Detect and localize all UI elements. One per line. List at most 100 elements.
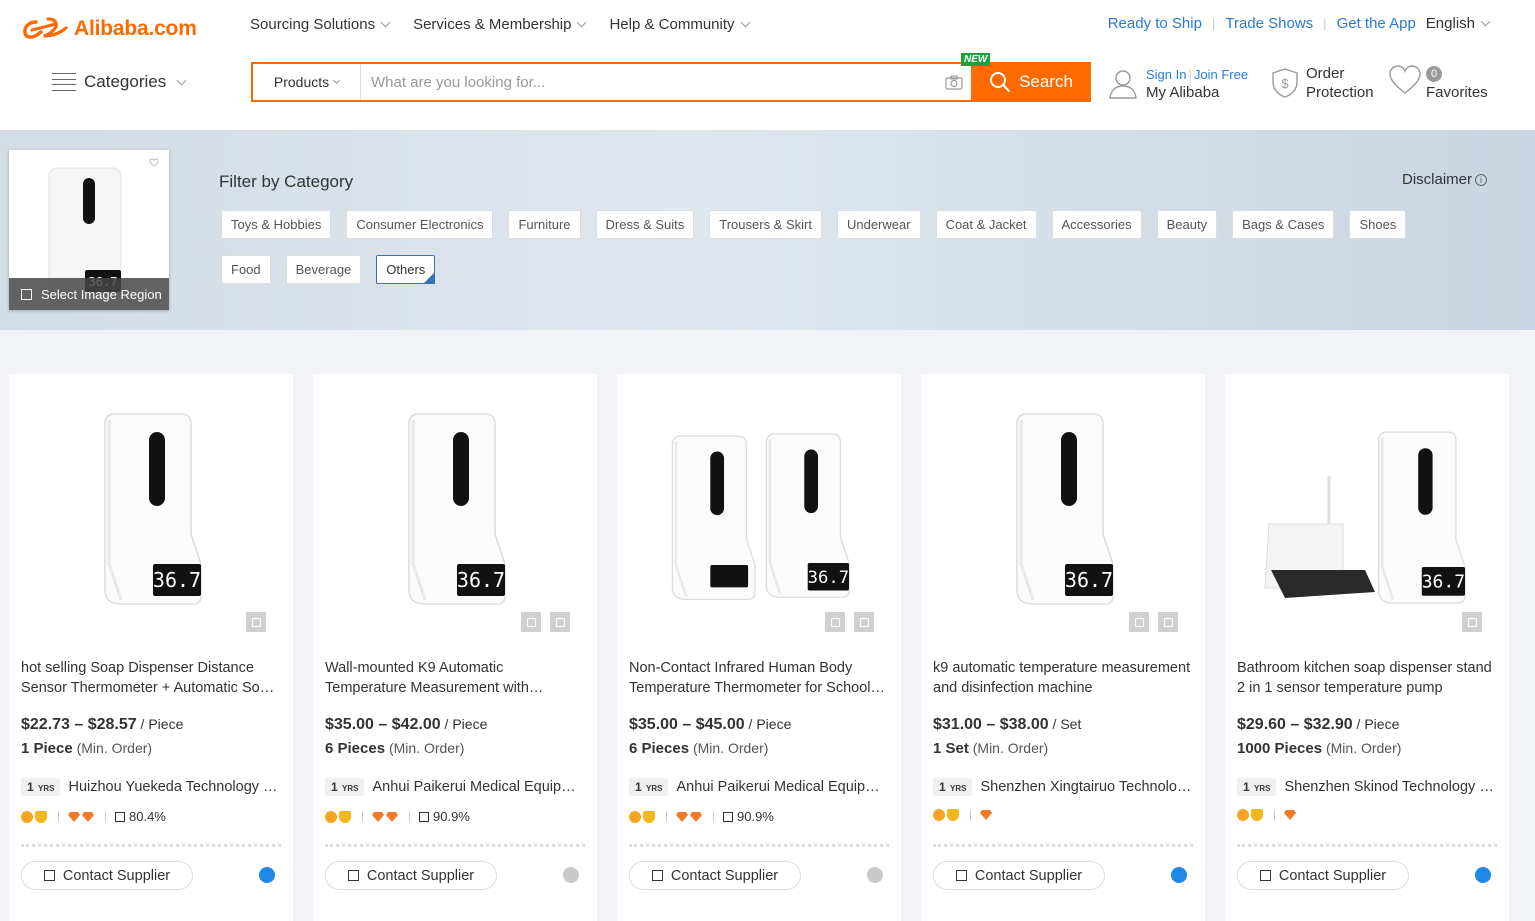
- chat-icon[interactable]: [563, 867, 579, 883]
- years-badge: 1 YRS: [629, 778, 669, 796]
- category-chip[interactable]: Furniture: [508, 210, 581, 239]
- product-card[interactable]: 36.7 Wall-mounted K9 Automatic Temperatu…: [313, 374, 597, 921]
- mail-icon: [1259, 870, 1271, 881]
- disclaimer-label: Disclaimer: [1401, 171, 1472, 188]
- supplier-row: 1 YRS Anhui Paikerui Medical Equipment C…: [629, 778, 889, 796]
- product-card[interactable]: 36.7 k9 automatic temperature measuremen…: [921, 374, 1205, 921]
- category-chip[interactable]: Coat & Jacket: [935, 210, 1037, 239]
- gold-supplier-icon: [21, 810, 33, 823]
- product-title[interactable]: k9 automatic temperature measurement and…: [933, 658, 1191, 698]
- shield-dollar-icon: $: [1272, 68, 1298, 98]
- product-image[interactable]: 36.7: [1225, 374, 1509, 644]
- contact-supplier-button[interactable]: Contact Supplier: [1237, 861, 1409, 890]
- search-type-select[interactable]: Products: [253, 64, 361, 100]
- category-chip[interactable]: Trousers & Skirt: [709, 210, 822, 239]
- category-chip[interactable]: Shoes: [1349, 210, 1407, 239]
- favorite-icon[interactable]: [149, 158, 159, 167]
- contact-supplier-button[interactable]: Contact Supplier: [325, 861, 497, 890]
- years-value: 1: [27, 780, 34, 794]
- years-unit: YRS: [38, 784, 55, 793]
- contact-supplier-button[interactable]: Contact Supplier: [629, 861, 801, 890]
- verified-icon: [339, 810, 351, 823]
- camera-icon[interactable]: [937, 64, 971, 100]
- product-price: $31.00 – $38.00 / Set: [933, 716, 1081, 734]
- product-image-wrap[interactable]: 36.7: [617, 374, 901, 644]
- select-image-region-button[interactable]: Select Image Region: [9, 278, 169, 310]
- category-chip[interactable]: Dress & Suits: [595, 210, 695, 239]
- contact-supplier-button[interactable]: Contact Supplier: [21, 861, 193, 890]
- diamond-icon: [372, 811, 384, 822]
- product-image-wrap[interactable]: 36.7: [313, 374, 597, 644]
- product-title[interactable]: Bathroom kitchen soap dispenser stand 2 …: [1237, 658, 1495, 698]
- product-image-wrap[interactable]: 36.7: [1225, 374, 1509, 644]
- nav-help-community[interactable]: Help & Community: [609, 16, 750, 33]
- product-image-wrap[interactable]: 36.7: [9, 374, 293, 644]
- similar-icon[interactable]: [1158, 612, 1178, 632]
- nav-services-membership[interactable]: Services & Membership: [413, 16, 587, 33]
- contact-supplier-button[interactable]: Contact Supplier: [933, 861, 1105, 890]
- similar-icon[interactable]: [550, 612, 570, 632]
- nav-label: Services & Membership: [413, 16, 572, 33]
- supplier-name[interactable]: Shenzhen Skinod Technology Co., Ltd.: [1284, 779, 1497, 795]
- compare-icon[interactable]: [246, 612, 266, 632]
- product-card[interactable]: 36.7 Bathroom kitchen soap dispenser sta…: [1225, 374, 1509, 921]
- compare-icon[interactable]: [825, 612, 845, 632]
- compare-icon[interactable]: [1462, 612, 1482, 632]
- product-image[interactable]: 36.7: [313, 374, 597, 644]
- chat-icon[interactable]: [259, 867, 275, 883]
- sign-in-link[interactable]: Sign In: [1146, 67, 1186, 82]
- link-get-the-app[interactable]: Get the App: [1337, 15, 1416, 32]
- checkbox-icon: [21, 288, 32, 300]
- language-selector[interactable]: English: [1426, 15, 1491, 32]
- product-title[interactable]: Wall-mounted K9 Automatic Temperature Me…: [325, 658, 583, 698]
- similar-icon[interactable]: [854, 612, 874, 632]
- mail-icon: [955, 870, 967, 881]
- alibaba-logo[interactable]: Alibaba.com: [22, 14, 197, 44]
- category-chip[interactable]: Underwear: [836, 210, 921, 239]
- chat-icon[interactable]: [867, 867, 883, 883]
- product-image[interactable]: 36.7: [9, 374, 293, 644]
- supplier-name[interactable]: Anhui Paikerui Medical Equipment Co., Lt…: [676, 779, 889, 795]
- badge-separator: [58, 811, 59, 822]
- chat-icon[interactable]: [1475, 867, 1491, 883]
- supplier-name[interactable]: Huizhou Yuekeda Technology Co., Ltd.: [68, 779, 281, 795]
- product-card[interactable]: 36.7 Non-Contact Infrared Human Body Tem…: [617, 374, 901, 921]
- link-trade-shows[interactable]: Trade Shows: [1225, 15, 1313, 32]
- compare-icon[interactable]: [521, 612, 541, 632]
- category-chip[interactable]: Bags & Cases: [1232, 210, 1335, 239]
- category-chip[interactable]: Beverage: [285, 255, 362, 284]
- category-chip[interactable]: Food: [221, 255, 271, 284]
- category-chip[interactable]: Accessories: [1051, 210, 1142, 239]
- supplier-name[interactable]: Anhui Paikerui Medical Equipment Co., Lt…: [372, 779, 585, 795]
- favorites[interactable]: 0 Favorites: [1388, 64, 1488, 101]
- nav-sourcing-solutions[interactable]: Sourcing Solutions: [250, 16, 391, 33]
- chat-icon[interactable]: [1171, 867, 1187, 883]
- response-rate: 90.9%: [737, 809, 774, 824]
- account-menu[interactable]: Sign In | Join Free My Alibaba: [1108, 66, 1248, 102]
- category-chip[interactable]: Beauty: [1156, 210, 1218, 239]
- product-image[interactable]: 36.7: [921, 374, 1205, 644]
- disclaimer[interactable]: Disclaimer i: [1402, 171, 1487, 188]
- my-alibaba-label[interactable]: My Alibaba: [1146, 84, 1248, 102]
- category-chip[interactable]: Others: [376, 255, 436, 284]
- mail-icon: [43, 870, 55, 881]
- join-free-link[interactable]: Join Free: [1194, 67, 1248, 82]
- product-image-wrap[interactable]: 36.7: [921, 374, 1205, 644]
- diamond-icon: [676, 811, 688, 822]
- compare-icon[interactable]: [1129, 612, 1149, 632]
- search-button[interactable]: NEW Search: [961, 53, 1091, 102]
- category-chip[interactable]: Toys & Hobbies: [221, 210, 332, 239]
- link-ready-to-ship[interactable]: Ready to Ship: [1108, 15, 1202, 32]
- badge-separator: [666, 811, 667, 822]
- search-input[interactable]: [361, 64, 937, 100]
- order-protection[interactable]: $ Order Protection: [1270, 64, 1374, 102]
- category-chip[interactable]: Consumer Electronics: [346, 210, 494, 239]
- product-title[interactable]: hot selling Soap Dispenser Distance Sens…: [21, 658, 279, 698]
- product-image[interactable]: 36.7: [617, 374, 901, 644]
- product-card[interactable]: 36.7 hot selling Soap Dispenser Distance…: [9, 374, 293, 921]
- product-title[interactable]: Non-Contact Infrared Human Body Temperat…: [629, 658, 887, 698]
- categories-menu[interactable]: Categories: [52, 72, 187, 92]
- supplier-name[interactable]: Shenzhen Xingtairuo Technology Co., Ltd.: [980, 779, 1193, 795]
- category-chips: Toys & Hobbies Consumer Electronics Furnit…: [221, 210, 1461, 284]
- search-image-thumbnail[interactable]: 36.7 Select Image Region: [9, 150, 169, 310]
